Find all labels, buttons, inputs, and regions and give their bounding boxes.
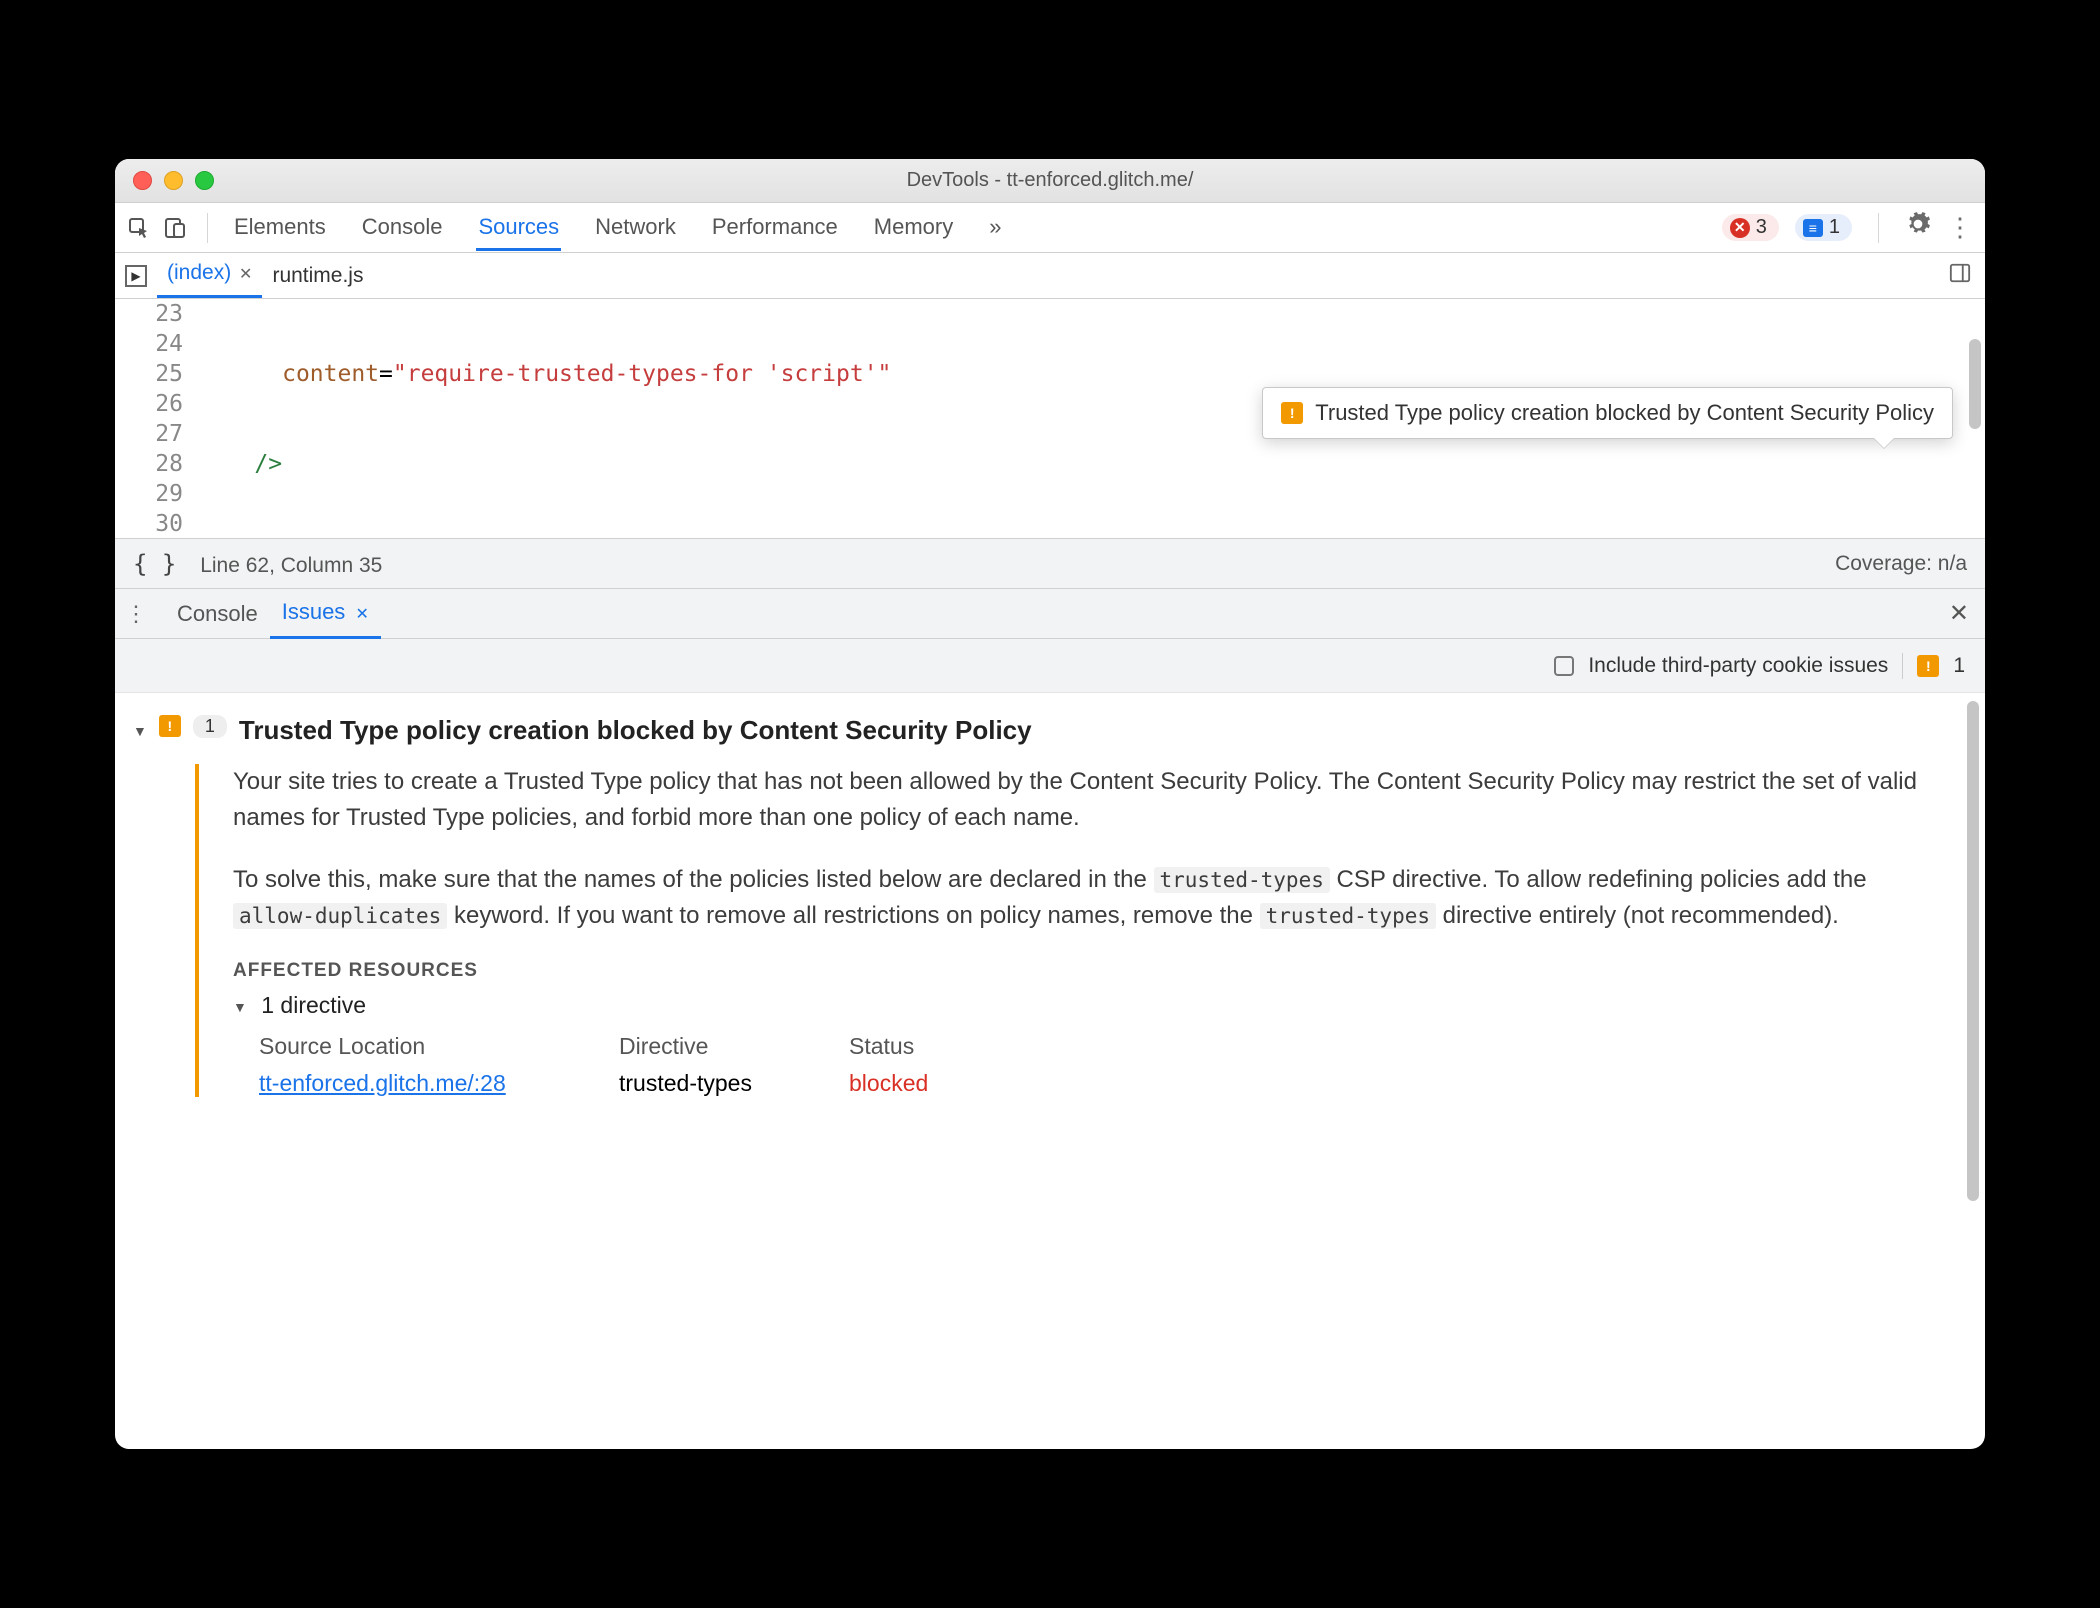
close-drawer-icon[interactable]: ✕ (1949, 599, 1969, 628)
affected-resources-heading: AFFECTED RESOURCES (233, 960, 1935, 982)
col-source-location: Source Location (259, 1033, 619, 1060)
device-toolbar-icon[interactable] (161, 214, 189, 242)
drawer-tab-issues[interactable]: Issues ✕ (270, 589, 381, 639)
error-count: 3 (1756, 216, 1767, 239)
tab-elements[interactable]: Elements (232, 204, 328, 251)
issue-header[interactable]: ▼ ! 1 Trusted Type policy creation block… (125, 711, 1975, 764)
drawer-menu-icon[interactable]: ⋮ (125, 601, 147, 627)
panel-tabs: Elements Console Sources Network Perform… (232, 204, 1004, 251)
status-value: blocked (849, 1070, 1069, 1097)
devtools-window: DevTools - tt-enforced.glitch.me/ Elemen… (115, 159, 1985, 1449)
titlebar: DevTools - tt-enforced.glitch.me/ (115, 159, 1985, 203)
warning-icon: ! (1281, 402, 1303, 424)
sources-subtabs: ▶ (index) ✕ runtime.js (115, 253, 1985, 299)
issues-panel: ▼ ! 1 Trusted Type policy creation block… (115, 693, 1985, 1449)
warning-icon: ! (159, 715, 181, 737)
zoom-window-button[interactable] (195, 171, 214, 190)
tooltip-text: Trusted Type policy creation blocked by … (1315, 400, 1934, 426)
source-tab-index[interactable]: (index) ✕ (157, 253, 262, 298)
more-menu-icon[interactable]: ⋮ (1947, 212, 1973, 243)
coverage-status: Coverage: n/a (1835, 552, 1967, 576)
tab-network[interactable]: Network (593, 204, 678, 251)
minimize-window-button[interactable] (164, 171, 183, 190)
affected-directives-toggle[interactable]: ▼ 1 directive (233, 992, 1935, 1019)
settings-gear-icon[interactable] (1905, 211, 1931, 244)
cursor-position: Line 62, Column 35 (200, 554, 382, 577)
scrollbar-thumb[interactable] (1969, 339, 1981, 429)
issue-count-pill: 1 (193, 715, 227, 738)
disclosure-triangle-icon: ▼ (233, 999, 247, 1015)
affected-resources-table: Source Location Directive Status tt-enfo… (259, 1033, 1935, 1097)
pretty-print-icon[interactable]: { } (133, 550, 176, 578)
issue-paragraph: To solve this, make sure that the names … (233, 862, 1935, 934)
scrollbar-thumb[interactable] (1967, 701, 1979, 1201)
sidebar-toggle-icon[interactable] (1949, 262, 1971, 290)
inspect-icon[interactable] (125, 214, 153, 242)
third-party-label: Include third-party cookie issues (1588, 654, 1888, 678)
window-title: DevTools - tt-enforced.glitch.me/ (115, 169, 1985, 192)
window-controls (133, 171, 214, 190)
tab-memory[interactable]: Memory (872, 204, 955, 251)
message-count: 1 (1829, 216, 1840, 239)
tab-sources[interactable]: Sources (476, 204, 561, 251)
disclosure-triangle-icon[interactable]: ▼ (133, 723, 147, 739)
error-badge[interactable]: ✕ 3 (1722, 214, 1779, 241)
warn-count: 1 (1953, 654, 1965, 678)
editor-statusbar: { } Line 62, Column 35 Coverage: n/a (115, 539, 1985, 589)
source-location-link[interactable]: tt-enforced.glitch.me/:28 (259, 1070, 506, 1096)
issue-title: Trusted Type policy creation blocked by … (239, 715, 1032, 746)
issue-paragraph: Your site tries to create a Trusted Type… (233, 764, 1935, 836)
drawer-tabstrip: ⋮ Console Issues ✕ ✕ (115, 589, 1985, 639)
drawer-tab-console[interactable]: Console (165, 591, 270, 637)
close-icon[interactable]: ✕ (239, 266, 252, 283)
directive-value: trusted-types (619, 1070, 849, 1097)
col-directive: Directive (619, 1033, 849, 1060)
issue-body: Your site tries to create a Trusted Type… (195, 764, 1975, 1097)
close-window-button[interactable] (133, 171, 152, 190)
source-tab-runtime[interactable]: runtime.js (262, 256, 373, 296)
close-icon[interactable]: ✕ (355, 606, 368, 623)
code-editor[interactable]: 2324252627282930 content="require-truste… (115, 299, 1985, 539)
warning-icon[interactable]: ! (1917, 655, 1939, 677)
tabs-overflow[interactable]: » (987, 204, 1003, 251)
third-party-checkbox[interactable] (1554, 656, 1574, 676)
panel-tabstrip: Elements Console Sources Network Perform… (115, 203, 1985, 253)
tab-performance[interactable]: Performance (710, 204, 840, 251)
issues-toolbar: Include third-party cookie issues ! 1 (115, 639, 1985, 693)
tab-console[interactable]: Console (360, 204, 445, 251)
error-icon: ✕ (1730, 218, 1750, 238)
message-icon: ≡ (1803, 219, 1823, 237)
message-badge[interactable]: ≡ 1 (1795, 214, 1852, 241)
inline-tooltip: ! Trusted Type policy creation blocked b… (1262, 387, 1953, 439)
col-status: Status (849, 1033, 1069, 1060)
line-gutter: 2324252627282930 (115, 299, 193, 539)
navigator-toggle-icon[interactable]: ▶ (125, 265, 147, 287)
